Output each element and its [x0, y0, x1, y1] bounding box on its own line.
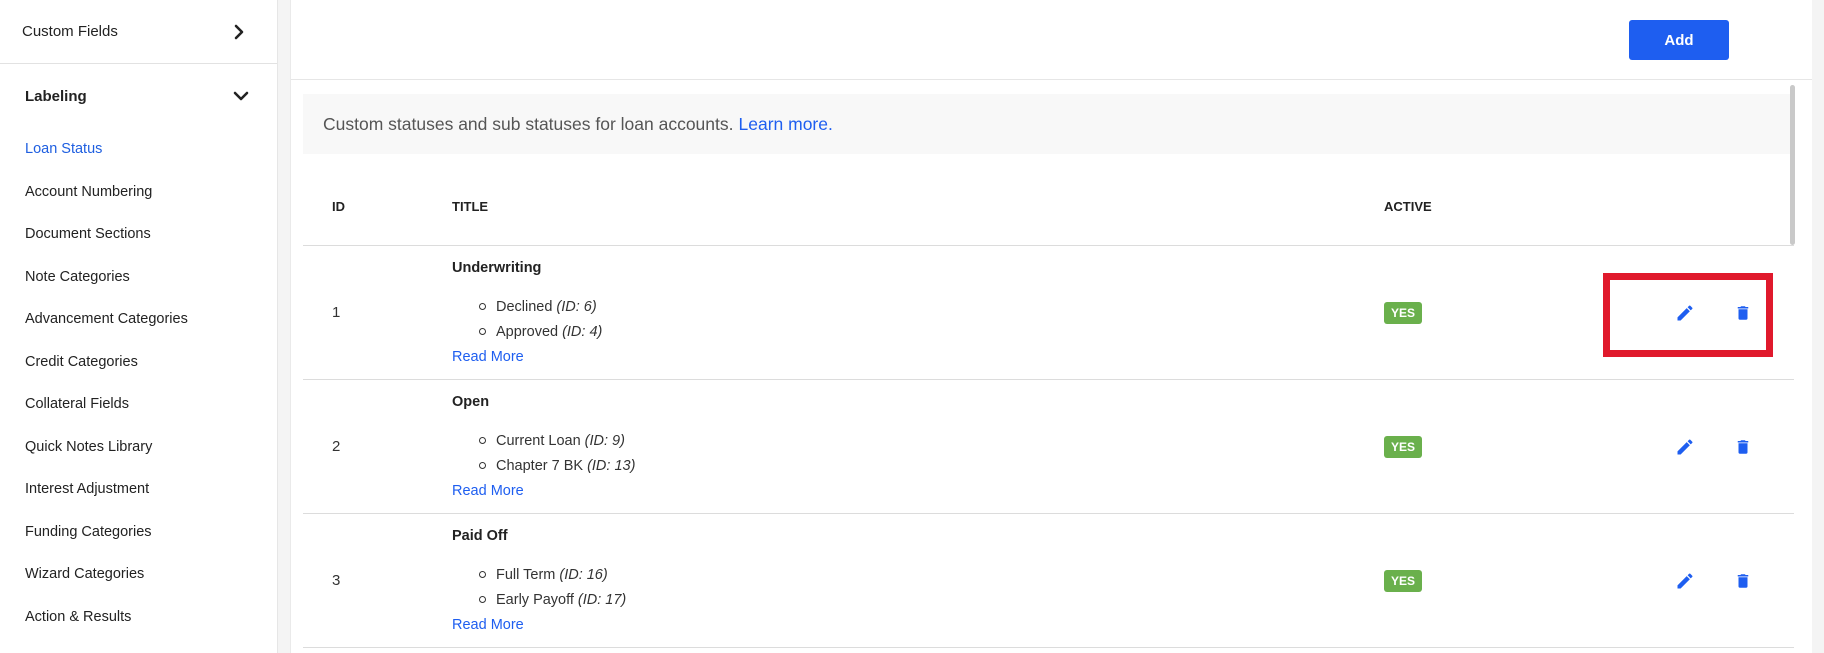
table-row: 3 Paid Off Full Term (ID: 16) Early Payof…	[303, 514, 1794, 648]
sidebar: Custom Fields Labeling Loan Status Accou…	[0, 0, 278, 653]
table-row: 1 Underwriting Declined (ID: 6) Approved(…	[303, 246, 1794, 380]
sub-status-item: Declined (ID: 6)	[479, 294, 1384, 319]
sidebar-item-credit-categories[interactable]: Credit Categories	[0, 341, 277, 384]
row-id: 2	[332, 438, 341, 455]
sub-status-id: (ID: 13)	[587, 457, 636, 474]
sidebar-item-note-categories[interactable]: Note Categories	[0, 256, 277, 299]
column-header-title[interactable]: TITLE	[452, 199, 1384, 214]
sidebar-item-loan-status[interactable]: Loan Status	[0, 128, 277, 171]
sub-status-list: Current Loan (ID: 9) Chapter 7 BK (ID: 13)	[479, 428, 1384, 478]
sidebar-item-advancement-categories[interactable]: Advancement Categories	[0, 298, 277, 341]
delete-trash-icon[interactable]	[1732, 302, 1754, 324]
add-button[interactable]: Add	[1629, 20, 1729, 60]
chevron-right-icon	[234, 24, 244, 39]
sub-status-item: Early Payoff (ID: 17)	[479, 587, 1384, 612]
read-more-link[interactable]: Read More	[452, 483, 524, 499]
sub-status-item: Current Loan (ID: 9)	[479, 428, 1384, 453]
column-header-active[interactable]: ACTIVE	[1384, 199, 1624, 214]
info-text: Custom statuses and sub statuses for loa…	[323, 113, 734, 134]
column-header-id[interactable]: ID	[303, 199, 452, 214]
loan-status-table: ID TITLE ACTIVE 1 Underwriting Declined(…	[303, 168, 1794, 648]
row-title-cell: Paid Off Full Term (ID: 16) Early Payoff(…	[452, 514, 1384, 647]
sub-status-list: Declined (ID: 6) Approved (ID: 4)	[479, 294, 1384, 344]
learn-more-link[interactable]: Learn more.	[739, 114, 833, 135]
sidebar-item-wizard-categories[interactable]: Wizard Categories	[0, 553, 277, 596]
row-id: 1	[332, 304, 341, 321]
sub-status-id: (ID: 16)	[559, 566, 608, 583]
read-more-link[interactable]: Read More	[452, 617, 524, 633]
top-toolbar: Add	[291, 0, 1812, 80]
vertical-scrollbar[interactable]	[1790, 82, 1798, 652]
row-active-cell: YES	[1384, 514, 1624, 647]
edit-pencil-icon[interactable]	[1674, 570, 1696, 592]
delete-trash-icon[interactable]	[1732, 570, 1754, 592]
sub-status-item: Chapter 7 BK (ID: 13)	[479, 453, 1384, 478]
active-badge: YES	[1384, 435, 1423, 458]
sub-status-name: Chapter 7 BK	[496, 457, 584, 474]
sub-status-id: (ID: 6)	[556, 298, 597, 315]
sub-status-item: Full Term (ID: 16)	[479, 562, 1384, 587]
row-id: 3	[332, 572, 341, 589]
sidebar-section-labeling[interactable]: Labeling	[0, 64, 277, 128]
row-title: Paid Off	[452, 528, 508, 544]
row-active-cell: YES	[1384, 380, 1624, 513]
info-banner: Custom statuses and sub statuses for loa…	[303, 94, 1794, 154]
active-badge: YES	[1384, 301, 1423, 324]
sidebar-items: Loan Status Account Numbering Document S…	[0, 128, 277, 638]
read-more-link[interactable]: Read More	[452, 349, 524, 365]
table-header: ID TITLE ACTIVE	[303, 168, 1794, 246]
sub-status-list: Full Term (ID: 16) Early Payoff (ID: 17)	[479, 562, 1384, 612]
sidebar-item-collateral-fields[interactable]: Collateral Fields	[0, 383, 277, 426]
sub-status-id: (ID: 4)	[562, 323, 603, 340]
row-actions	[1624, 246, 1794, 379]
sub-status-name: Early Payoff	[496, 591, 574, 608]
scrollbar-thumb[interactable]	[1790, 85, 1795, 245]
main-panel: Add Custom statuses and sub statuses for…	[290, 0, 1812, 653]
chevron-down-icon	[233, 91, 249, 101]
sub-status-name: Current Loan	[496, 432, 581, 449]
sidebar-item-document-sections[interactable]: Document Sections	[0, 213, 277, 256]
sidebar-item-action-results[interactable]: Action & Results	[0, 596, 277, 639]
row-title: Underwriting	[452, 260, 542, 276]
row-title-cell: Open Current Loan (ID: 9) Chapter 7 BK (ID…	[452, 380, 1384, 513]
row-actions	[1624, 380, 1794, 513]
sidebar-item-funding-categories[interactable]: Funding Categories	[0, 511, 277, 554]
table-row: 2 Open Current Loan (ID: 9) Chapter 7 BK(…	[303, 380, 1794, 514]
delete-trash-icon[interactable]	[1732, 436, 1754, 458]
sidebar-section-custom-fields[interactable]: Custom Fields	[0, 0, 277, 64]
sub-status-id: (ID: 9)	[584, 432, 625, 449]
sidebar-section-label: Labeling	[25, 87, 87, 105]
row-active-cell: YES	[1384, 246, 1624, 379]
row-title: Open	[452, 394, 490, 410]
edit-pencil-icon[interactable]	[1674, 436, 1696, 458]
sidebar-item-quick-notes-library[interactable]: Quick Notes Library	[0, 426, 277, 469]
sub-status-id: (ID: 17)	[577, 591, 627, 608]
sidebar-item-interest-adjustment[interactable]: Interest Adjustment	[0, 468, 277, 511]
sidebar-section-label: Custom Fields	[22, 23, 118, 40]
row-title-cell: Underwriting Declined (ID: 6) Approved (ID…	[452, 246, 1384, 379]
row-actions	[1624, 514, 1794, 647]
active-badge: YES	[1384, 569, 1423, 592]
sub-status-name: Full Term	[496, 566, 556, 583]
sub-status-name: Declined	[496, 298, 553, 315]
edit-pencil-icon[interactable]	[1674, 302, 1696, 324]
sub-status-name: Approved	[496, 323, 559, 340]
sidebar-item-account-numbering[interactable]: Account Numbering	[0, 171, 277, 214]
sub-status-item: Approved (ID: 4)	[479, 319, 1384, 344]
